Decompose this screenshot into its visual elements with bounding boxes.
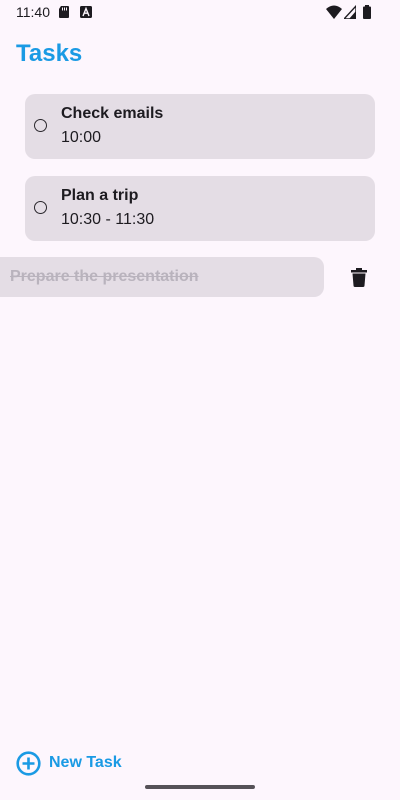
new-task-label: New Task xyxy=(49,754,122,771)
task-card-check-emails[interactable]: Check emails 10:00 xyxy=(25,94,375,159)
sd-card-icon xyxy=(59,6,69,18)
page-title: Tasks xyxy=(16,40,83,67)
a-icon xyxy=(80,6,92,18)
trash-icon xyxy=(351,267,367,287)
signal-icon xyxy=(344,5,356,19)
task-title: Check emails xyxy=(61,105,164,122)
gesture-navigation-bar[interactable] xyxy=(145,785,255,789)
delete-button[interactable] xyxy=(346,264,372,290)
status-bar: 11:40 xyxy=(0,0,400,26)
task-card-plan-a-trip[interactable]: Plan a trip 10:30 - 11:30 xyxy=(25,176,375,241)
battery-icon xyxy=(363,5,371,19)
swiped-task-card[interactable]: Prepare the presentation xyxy=(0,257,324,297)
status-time: 11:40 xyxy=(16,4,50,20)
wifi-icon xyxy=(326,5,342,19)
task-radio-button[interactable] xyxy=(34,119,47,132)
add-circle-icon xyxy=(16,750,41,776)
task-title: Plan a trip xyxy=(61,187,139,204)
task-title: Prepare the presentation xyxy=(10,268,199,285)
new-task-button[interactable]: New Task xyxy=(16,750,122,776)
task-time: 10:30 - 11:30 xyxy=(61,211,155,228)
task-radio-button[interactable] xyxy=(34,201,47,214)
task-time: 10:00 xyxy=(61,129,102,146)
